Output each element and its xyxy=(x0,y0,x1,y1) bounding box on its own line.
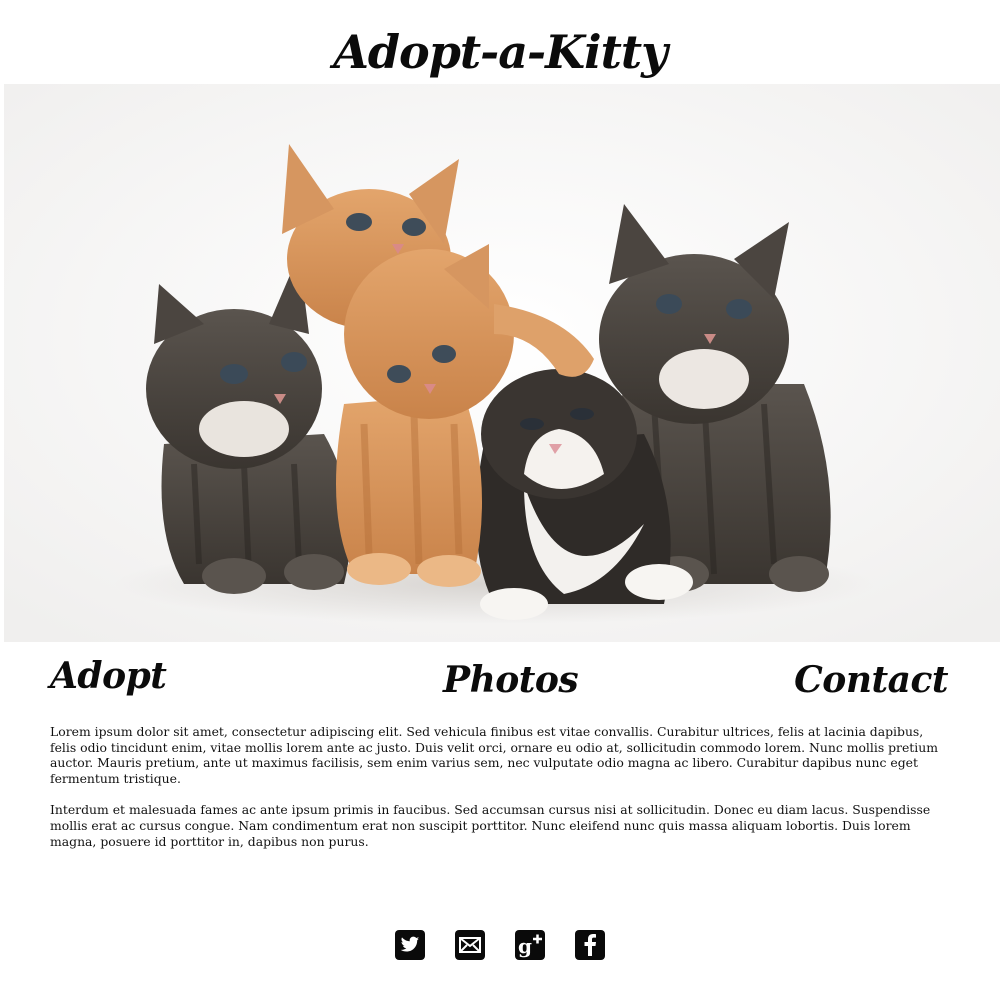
google-plus-icon[interactable]: g xyxy=(515,930,545,960)
svg-text:g: g xyxy=(518,934,532,958)
nav-adopt-link[interactable]: Adopt xyxy=(50,648,167,704)
nav-photos-link[interactable]: Photos xyxy=(443,652,579,708)
site-title: Adopt-a-Kitty xyxy=(333,25,668,79)
facebook-icon[interactable] xyxy=(575,930,605,960)
kittens-photo xyxy=(4,84,1000,642)
nav-contact-link[interactable]: Contact xyxy=(794,652,948,708)
content-paragraph: Interdum et malesuada fames ac ante ipsu… xyxy=(50,802,931,849)
twitter-icon[interactable] xyxy=(395,930,425,960)
mail-icon[interactable] xyxy=(455,930,485,960)
social-links: g xyxy=(0,930,1000,960)
main-content: Lorem ipsum dolor sit amet, consectetur … xyxy=(50,724,950,865)
page: Adopt-a-Kitty Adopt Photos Contact Lorem… xyxy=(0,0,1000,1000)
main-nav: Adopt Photos Contact xyxy=(50,652,948,708)
content-paragraph: Lorem ipsum dolor sit amet, consectetur … xyxy=(50,724,938,786)
hero-image xyxy=(4,84,1000,642)
